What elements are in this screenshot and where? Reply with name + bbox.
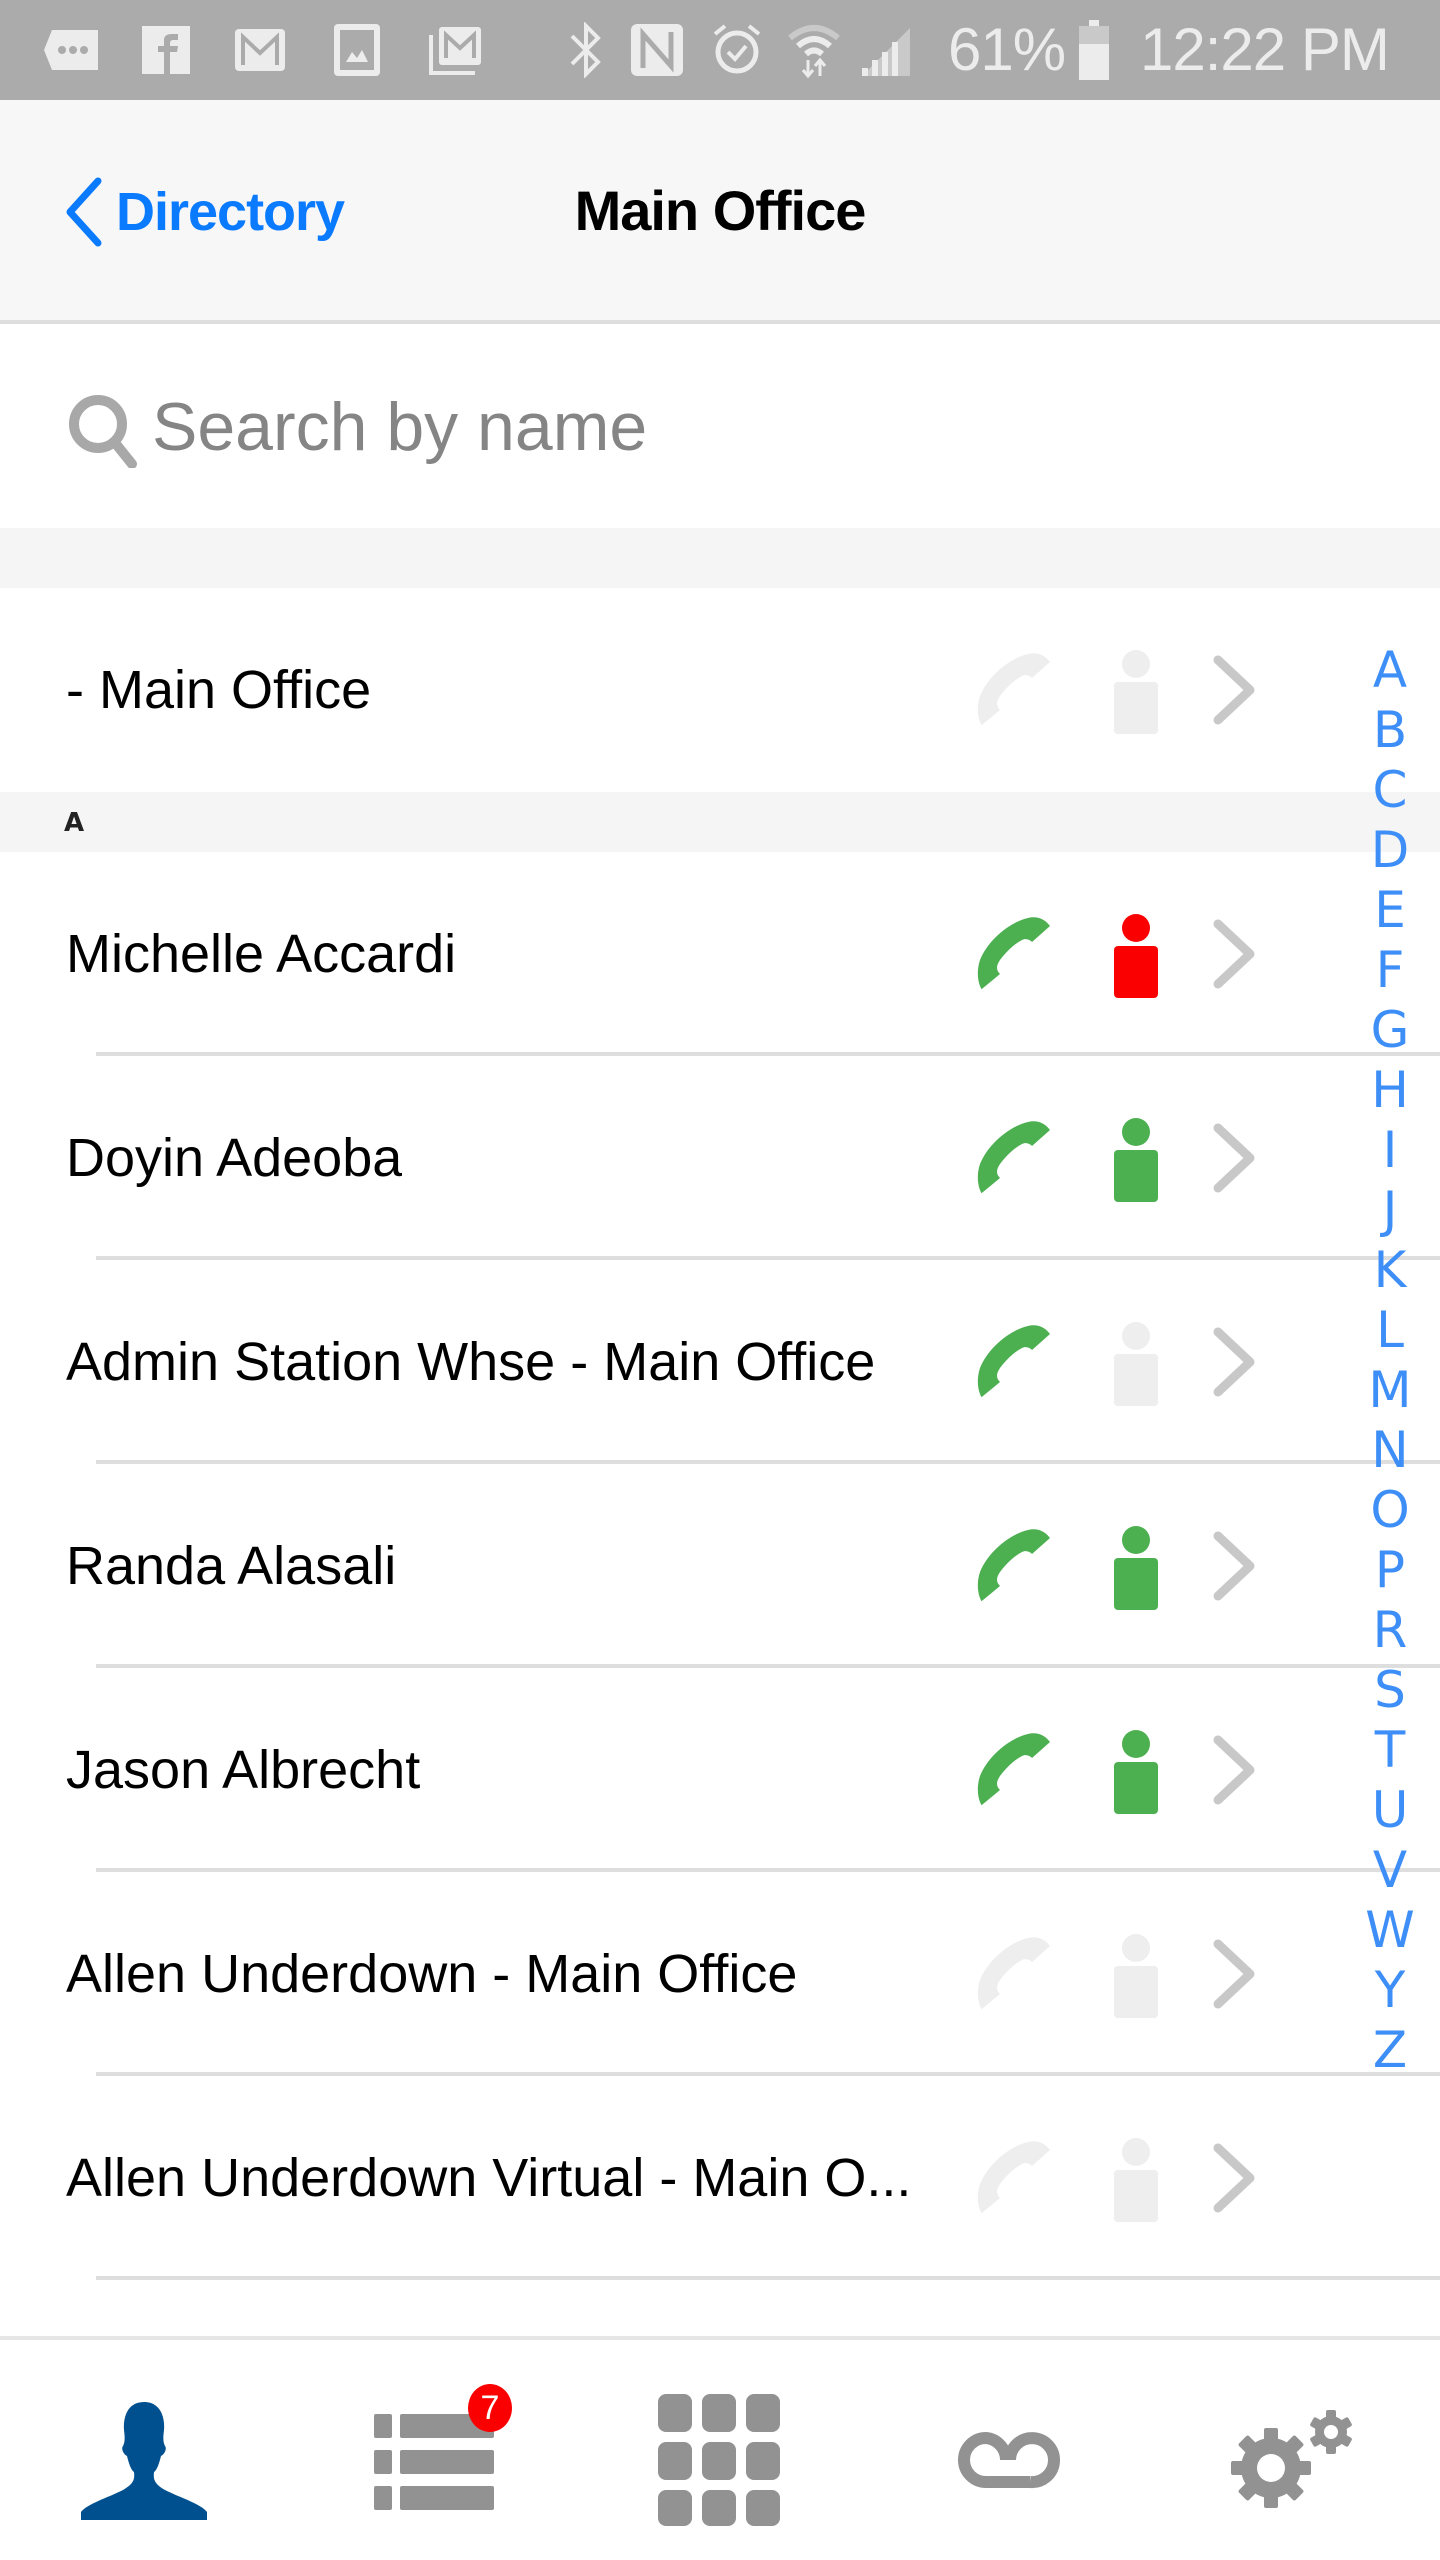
index-letter-f[interactable]: F [1376,940,1405,1000]
index-letter-s[interactable]: S [1374,1660,1406,1720]
list-item[interactable]: Doyin Adeoba [0,1056,1440,1260]
index-letter-p[interactable]: P [1375,1540,1405,1600]
index-letter-g[interactable]: G [1371,1000,1410,1060]
contact-list: - Main Office A Michelle Accardi Doyin A… [0,588,1440,2280]
index-letter-i[interactable]: I [1383,1120,1398,1180]
list-item[interactable]: Jason Albrecht [0,1668,1440,1872]
list-item[interactable]: Admin Station Whse - Main Office [0,1260,1440,1464]
presence-icon [1114,1118,1158,1202]
chevron-right-icon [1210,1530,1260,1602]
contacts-icon [81,2402,207,2520]
index-letter-l[interactable]: L [1376,1300,1404,1360]
signal-icon [858,22,914,78]
index-letter-c[interactable]: C [1373,760,1408,820]
section-letter: A [64,808,85,838]
phone-icon[interactable] [970,1730,1060,1814]
chevron-right-icon [1210,918,1260,990]
chevron-right-icon [1210,1326,1260,1398]
tab-bar: 7 [0,2336,1440,2560]
search-input[interactable] [152,382,1352,472]
battery-percent: 61% [948,16,1066,83]
index-letter-h[interactable]: H [1371,1060,1409,1120]
status-bar: 61% 12:22 PM [0,0,1440,100]
alarm-icon [710,22,764,78]
contact-name: Michelle Accardi [66,924,457,984]
chevron-right-icon [1210,1734,1260,1806]
presence-icon [1114,914,1158,998]
gallery-icon [332,22,382,78]
wifi-icon [786,22,842,78]
list-item[interactable]: Michelle Accardi [0,852,1440,1056]
keypad-icon [658,2394,780,2526]
presence-icon [1114,650,1158,734]
battery-icon [1076,20,1112,80]
phone-icon[interactable] [970,1118,1060,1202]
presence-icon [1114,1526,1158,1610]
list-item-main-office[interactable]: - Main Office [0,588,1440,792]
alphabet-index[interactable]: ABCDEFGHIJKLMNOPRSTUVWYZ [1340,640,1440,2080]
contact-name: Allen Underdown Virtual - Main O... [66,2148,912,2208]
index-letter-r[interactable]: R [1373,1600,1408,1660]
index-letter-u[interactable]: U [1372,1780,1409,1840]
index-letter-m[interactable]: M [1368,1360,1411,1420]
contact-name: Jason Albrecht [66,1740,421,1800]
contact-name: - Main Office [66,660,372,720]
index-letter-j[interactable]: J [1383,1180,1398,1240]
presence-icon [1114,2138,1158,2222]
phone-icon[interactable] [970,914,1060,998]
chevron-right-icon [1210,1122,1260,1194]
divider [96,2276,1440,2280]
settings-gears-icon [1231,2410,1352,2508]
phone-icon[interactable] [970,1322,1060,1406]
index-letter-b[interactable]: B [1373,700,1407,760]
clock: 12:22 PM [1140,16,1390,83]
phone-icon[interactable] [970,1934,1060,2018]
presence-icon [1114,1730,1158,1814]
search-icon [69,395,137,468]
nfc-icon [630,22,684,78]
chevron-right-icon [1210,1938,1260,2010]
index-letter-v[interactable]: V [1373,1840,1407,1900]
search-bar [0,324,1440,528]
tab-settings[interactable] [1196,2380,1396,2540]
index-letter-w[interactable]: W [1365,1900,1414,1960]
section-header: A [0,792,1440,852]
phone-icon[interactable] [970,1526,1060,1610]
bluetooth-icon [566,22,606,78]
index-letter-n[interactable]: N [1371,1420,1408,1480]
contact-name: Randa Alasali [66,1536,397,1596]
index-letter-o[interactable]: O [1370,1480,1409,1540]
tab-keypad[interactable] [620,2380,820,2540]
gmail-icon [234,22,286,78]
contact-name: Allen Underdown - Main Office [66,1944,798,2004]
index-letter-t[interactable]: T [1375,1720,1406,1780]
list-item[interactable]: Allen Underdown - Main Office [0,1872,1440,2076]
messages-icon [40,22,104,78]
index-letter-z[interactable]: Z [1373,2020,1407,2080]
list-item[interactable]: Allen Underdown Virtual - Main O... [0,2076,1440,2280]
page-title: Main Office [574,179,867,242]
chevron-right-icon [1210,2142,1260,2214]
index-letter-a[interactable]: A [1373,640,1407,700]
presence-icon [1114,1934,1158,2018]
phone-icon[interactable] [970,650,1060,734]
presence-icon [1114,1322,1158,1406]
tab-voicemail[interactable] [908,2380,1108,2540]
list-top-spacer [0,528,1440,588]
nav-header: Directory Main Office [0,100,1440,324]
voicemail-icon [958,2431,1060,2489]
list-item[interactable]: Randa Alasali [0,1464,1440,1668]
facebook-icon [140,22,192,78]
chevron-right-icon [1210,654,1260,726]
contact-name: Doyin Adeoba [66,1128,403,1188]
recents-badge: 7 [468,2384,512,2432]
gmail-stack-icon [428,22,484,78]
index-letter-y[interactable]: Y [1375,1960,1406,2020]
phone-icon[interactable] [970,2138,1060,2222]
index-letter-k[interactable]: K [1374,1240,1407,1300]
index-letter-e[interactable]: E [1374,880,1406,940]
contact-name: Admin Station Whse - Main Office [66,1332,876,1392]
tab-contacts[interactable] [44,2380,244,2540]
index-letter-d[interactable]: D [1371,820,1410,880]
